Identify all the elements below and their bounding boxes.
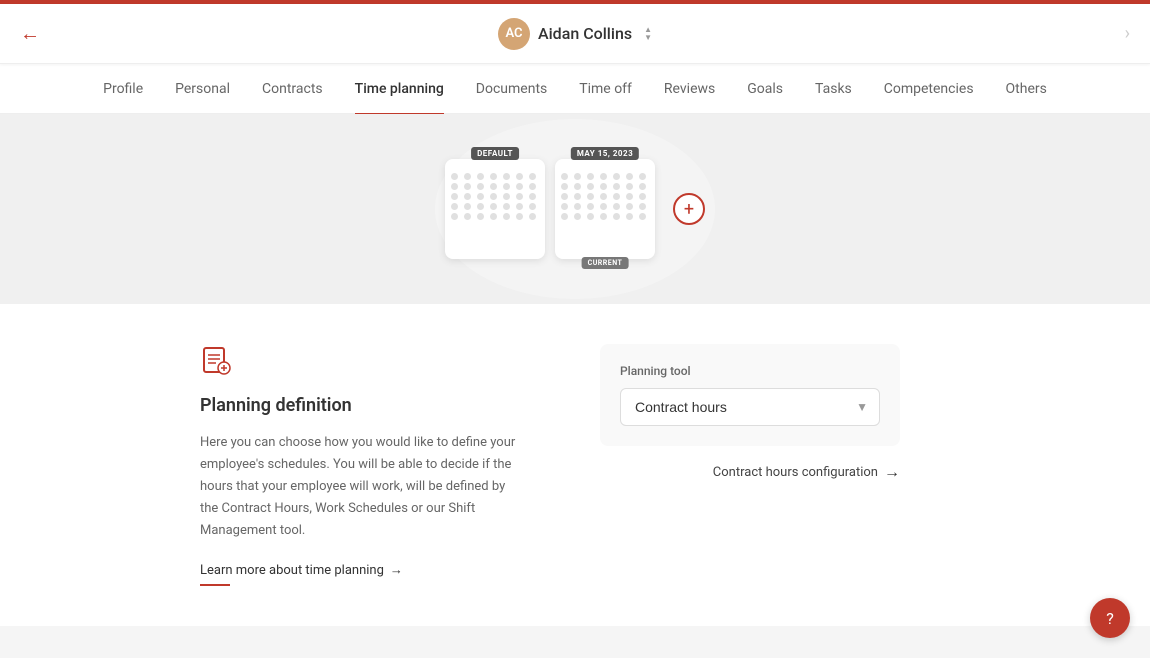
nav-right-arrow[interactable]: ›	[1125, 23, 1130, 44]
calendar-current-dots	[561, 173, 649, 220]
tab-time-off[interactable]: Time off	[579, 77, 632, 101]
user-switcher[interactable]: ▲ ▼	[644, 26, 652, 42]
right-section: Planning tool Contract hours Work schedu…	[600, 344, 900, 586]
hero-section: DEFAULT MAY 15, 2023	[0, 114, 1150, 304]
planning-tool-label: Planning tool	[620, 364, 880, 378]
support-button[interactable]: ?	[1090, 598, 1130, 638]
tab-documents[interactable]: Documents	[476, 77, 547, 101]
tab-time-planning[interactable]: Time planning	[355, 77, 444, 101]
support-icon: ?	[1106, 609, 1114, 628]
nav-tabs: Profile Personal Contracts Time planning…	[0, 64, 1150, 114]
planning-tool-select[interactable]: Contract hours Work schedules Shift mana…	[620, 388, 880, 426]
planning-tool-card: Planning tool Contract hours Work schedu…	[600, 344, 900, 446]
calendar-current-date-label: MAY 15, 2023	[571, 147, 639, 160]
user-info: AC Aidan Collins ▲ ▼	[498, 18, 652, 50]
top-bar: ← AC Aidan Collins ▲ ▼ ›	[0, 4, 1150, 64]
calendars-container: DEFAULT MAY 15, 2023	[445, 159, 705, 259]
tab-goals[interactable]: Goals	[747, 77, 783, 101]
config-arrow-icon: →	[884, 462, 900, 482]
tab-contracts[interactable]: Contracts	[262, 77, 323, 101]
learn-more-text: Learn more about time planning	[200, 563, 384, 578]
config-link[interactable]: Contract hours configuration →	[600, 462, 900, 482]
current-badge: CURRENT	[582, 257, 629, 269]
calendar-default[interactable]: DEFAULT	[445, 159, 545, 259]
tab-reviews[interactable]: Reviews	[664, 77, 715, 101]
learn-more-link[interactable]: Learn more about time planning →	[200, 562, 520, 578]
tab-profile[interactable]: Profile	[103, 77, 143, 101]
red-underline	[200, 584, 230, 586]
avatar: AC	[498, 18, 530, 50]
planning-definition-icon	[200, 344, 520, 383]
arrow-down-icon: ▼	[644, 34, 652, 42]
tab-competencies[interactable]: Competencies	[884, 77, 974, 101]
user-name: Aidan Collins	[538, 24, 632, 43]
tab-others[interactable]: Others	[1006, 77, 1047, 101]
planning-tool-select-wrapper: Contract hours Work schedules Shift mana…	[620, 388, 880, 426]
main-content: Planning definition Here you can choose …	[0, 304, 1150, 626]
calendar-current[interactable]: MAY 15, 2023 CURRENT	[555, 159, 655, 259]
config-link-text: Contract hours configuration	[713, 465, 878, 480]
planning-definition-title: Planning definition	[200, 395, 520, 416]
avatar-initials: AC	[505, 26, 522, 41]
tab-tasks[interactable]: Tasks	[815, 77, 852, 101]
left-section: Planning definition Here you can choose …	[200, 344, 520, 586]
add-calendar-button[interactable]: +	[673, 193, 705, 225]
planning-definition-description: Here you can choose how you would like t…	[200, 432, 520, 542]
back-button[interactable]: ←	[20, 21, 40, 46]
tab-personal[interactable]: Personal	[175, 77, 230, 101]
calendar-default-dots	[451, 173, 539, 220]
top-bar-left: ←	[20, 21, 40, 46]
learn-more-arrow-icon: →	[390, 562, 403, 578]
calendar-default-label: DEFAULT	[471, 147, 519, 160]
